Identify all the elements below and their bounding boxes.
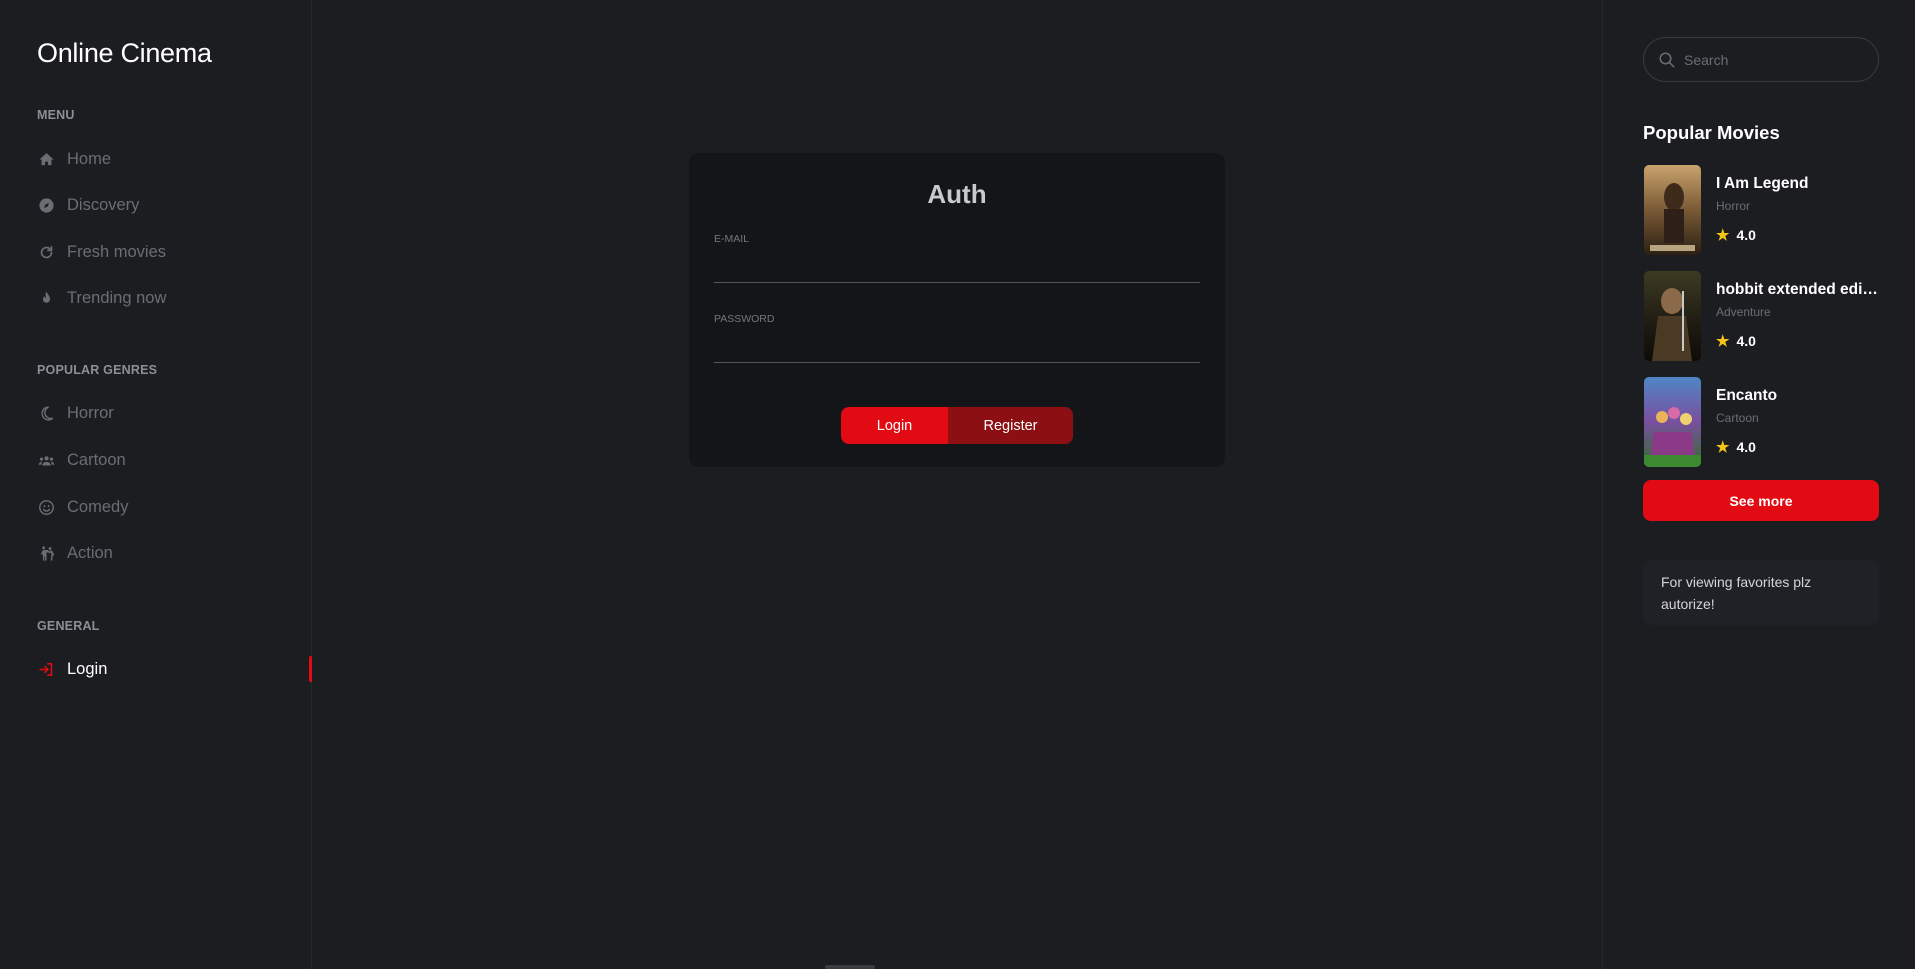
rating-value: 4.0 xyxy=(1736,439,1756,455)
movie-title: I Am Legend xyxy=(1716,175,1809,192)
sidebar-item-label: Cartoon xyxy=(67,450,126,469)
search-box[interactable] xyxy=(1643,37,1879,82)
smile-icon xyxy=(37,498,55,516)
scroll-handle[interactable] xyxy=(825,965,875,969)
email-label: E-mail xyxy=(714,233,750,245)
search-input[interactable] xyxy=(1684,51,1864,68)
movie-title: hobbit extended edition xyxy=(1716,281,1879,298)
auth-title: Auth xyxy=(927,179,987,209)
search-icon xyxy=(1658,51,1676,69)
app-logo[interactable]: Online Cinema xyxy=(37,38,212,69)
sidebar-item-action[interactable]: Action xyxy=(37,538,312,568)
group-icon xyxy=(37,451,55,469)
sidebar-item-label: Trending now xyxy=(67,288,167,307)
password-field[interactable] xyxy=(714,341,1200,363)
refresh-icon xyxy=(37,243,55,261)
home-icon xyxy=(37,150,55,168)
sidebar-item-cartoon[interactable]: Cartoon xyxy=(37,445,312,475)
sidebar-item-label: Discovery xyxy=(67,195,140,214)
sidebar-item-trending-now[interactable]: Trending now xyxy=(37,283,312,313)
login-button[interactable]: Login xyxy=(841,407,948,444)
rating-value: 4.0 xyxy=(1736,227,1756,243)
popular-genres-heading: Popular genres xyxy=(37,363,158,377)
movie-genre: Adventure xyxy=(1716,305,1771,319)
general-heading: General xyxy=(37,619,100,633)
fire-icon xyxy=(37,289,55,307)
see-more-button[interactable]: See more xyxy=(1643,480,1879,521)
star-icon: ★ xyxy=(1716,439,1730,456)
sidebar-item-label: Comedy xyxy=(67,497,129,516)
sidebar-item-label: Home xyxy=(67,149,112,168)
menu-heading: Menu xyxy=(37,108,75,122)
sidebar-item-fresh-movies[interactable]: Fresh movies xyxy=(37,237,312,267)
movie-item[interactable]: I Am Legend Horror ★ 4.0 xyxy=(1643,165,1879,255)
movie-rating: ★ 4.0 xyxy=(1716,438,1756,456)
sidebar-item-login[interactable]: Login xyxy=(37,654,312,684)
auth-card: Auth E-mail Password Login Register xyxy=(689,153,1225,467)
rating-value: 4.0 xyxy=(1736,333,1756,349)
movie-item[interactable]: hobbit extended edition Adventure ★ 4.0 xyxy=(1643,271,1879,361)
popular-movies-heading: Popular Movies xyxy=(1643,122,1780,143)
register-button[interactable]: Register xyxy=(948,407,1073,444)
star-icon: ★ xyxy=(1716,333,1730,350)
compass-icon xyxy=(37,196,55,214)
auth-button-group: Login Register xyxy=(841,407,1073,444)
movie-item[interactable]: Encanto Cartoon ★ 4.0 xyxy=(1643,377,1879,467)
fight-icon xyxy=(37,544,55,562)
movie-title: Encanto xyxy=(1716,387,1778,404)
sidebar-item-label: Horror xyxy=(67,403,114,422)
app-root: Online Cinema Menu Home Discovery Fresh … xyxy=(0,0,1915,969)
movie-rating: ★ 4.0 xyxy=(1716,332,1756,350)
password-label: Password xyxy=(714,313,775,325)
active-indicator xyxy=(309,656,312,682)
movie-genre: Cartoon xyxy=(1716,411,1759,425)
sidebar-item-label: Login xyxy=(67,659,108,678)
sidebar-item-label: Action xyxy=(67,543,113,562)
login-icon xyxy=(37,660,55,678)
moon-icon xyxy=(37,404,55,422)
sidebar-item-comedy[interactable]: Comedy xyxy=(37,492,312,522)
movie-poster[interactable] xyxy=(1644,165,1701,255)
favorites-notice: For viewing favorites plz autorize! xyxy=(1643,560,1879,625)
sidebar-item-discovery[interactable]: Discovery xyxy=(37,190,312,220)
sidebar-item-home[interactable]: Home xyxy=(37,144,312,174)
right-sidebar: Popular Movies I Am Legend Horror ★ 4.0 xyxy=(1602,0,1915,969)
sidebar-item-label: Fresh movies xyxy=(67,242,167,261)
movie-rating: ★ 4.0 xyxy=(1716,226,1756,244)
star-icon: ★ xyxy=(1716,227,1730,244)
movie-genre: Horror xyxy=(1716,199,1751,213)
left-sidebar: Online Cinema Menu Home Discovery Fresh … xyxy=(0,0,312,969)
email-field[interactable] xyxy=(714,261,1200,283)
sidebar-item-horror[interactable]: Horror xyxy=(37,398,312,428)
movie-poster[interactable] xyxy=(1644,377,1701,467)
movie-poster[interactable] xyxy=(1644,271,1701,361)
